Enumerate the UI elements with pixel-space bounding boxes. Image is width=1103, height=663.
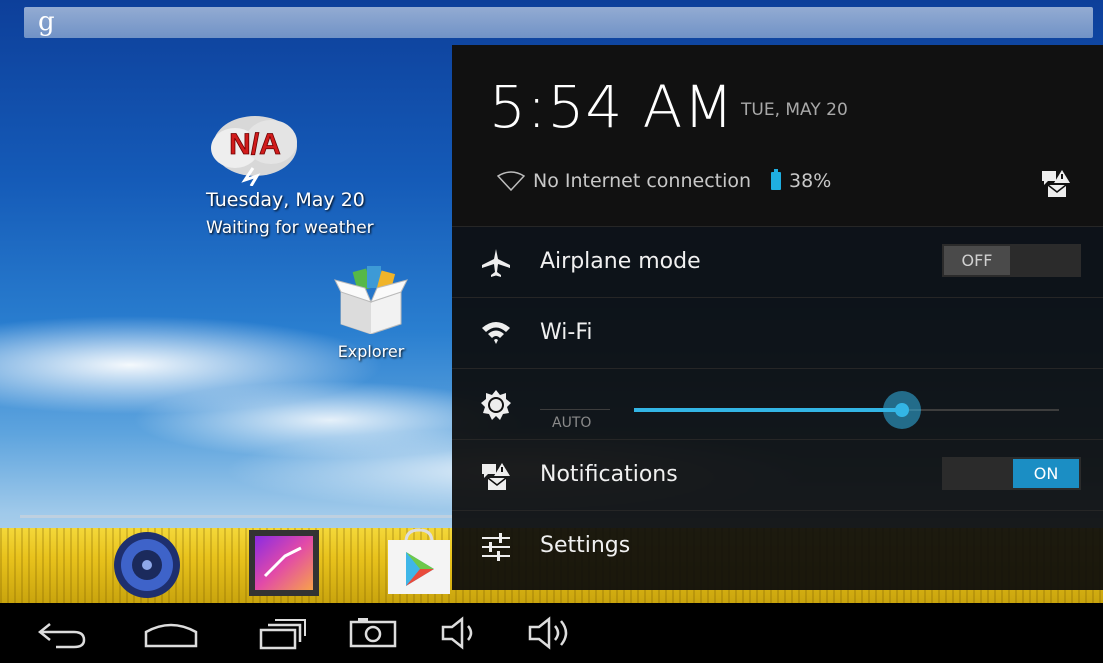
dock-music-app[interactable] xyxy=(112,530,182,603)
app-explorer[interactable]: Explorer xyxy=(330,262,412,361)
battery-icon xyxy=(771,169,782,190)
panel-header: 5:54 AM TUE, MAY 20 No Internet connecti… xyxy=(452,45,1103,226)
recent-apps-icon[interactable] xyxy=(258,616,308,650)
notifications-toggle-state: ON xyxy=(1013,459,1079,488)
connection-status-row: No Internet connection 38% xyxy=(497,169,832,192)
weather-storm-icon: N/A xyxy=(211,116,297,186)
google-search-bar[interactable]: g xyxy=(24,7,1093,38)
brightness-row: AUTO xyxy=(452,368,1103,439)
settings-row[interactable]: Settings xyxy=(452,510,1103,581)
airplane-mode-row[interactable]: Airplane mode OFF xyxy=(452,226,1103,297)
brightness-slider[interactable] xyxy=(634,391,1059,429)
weather-date: Tuesday, May 20 xyxy=(206,189,365,211)
auto-brightness-label[interactable]: AUTO xyxy=(552,415,591,431)
wifi-row[interactable]: Wi-Fi xyxy=(452,297,1103,368)
brightness-slider-thumb[interactable] xyxy=(882,391,921,429)
notifications-label: Notifications xyxy=(540,462,678,487)
back-icon[interactable] xyxy=(36,616,88,650)
screenshot-icon[interactable] xyxy=(348,616,398,650)
home-icon[interactable] xyxy=(143,616,199,650)
dock-gallery-app[interactable] xyxy=(249,530,319,600)
connection-status-text: No Internet connection xyxy=(533,170,752,192)
airplane-mode-toggle-state: OFF xyxy=(944,246,1010,275)
app-explorer-label: Explorer xyxy=(337,342,405,361)
dock-divider xyxy=(20,515,452,518)
wifi-icon xyxy=(482,322,510,344)
play-store-icon xyxy=(388,528,450,594)
notifications-toggle[interactable]: ON xyxy=(942,457,1081,490)
clock-time[interactable]: 5:54 AM xyxy=(489,73,734,141)
wifi-label: Wi-Fi xyxy=(540,320,593,345)
weather-status: Waiting for weather xyxy=(206,218,374,238)
settings-label: Settings xyxy=(540,533,631,558)
music-speaker-icon xyxy=(114,532,180,598)
airplane-mode-toggle[interactable]: OFF xyxy=(942,244,1081,277)
airplane-icon xyxy=(482,249,510,277)
gallery-icon xyxy=(249,530,319,596)
google-logo: g xyxy=(38,7,55,37)
explorer-box-icon xyxy=(334,266,408,335)
dock-play-store-app[interactable] xyxy=(386,528,452,598)
auto-brightness-divider xyxy=(540,409,610,410)
wifi-empty-icon xyxy=(497,171,525,191)
settings-sliders-icon xyxy=(482,533,510,561)
weather-widget[interactable]: N/A Tuesday, May 20 Waiting for weather xyxy=(195,100,445,245)
navigation-bar xyxy=(0,603,1103,663)
weather-na-text: N/A xyxy=(229,128,281,161)
notifications-icon xyxy=(482,463,510,490)
volume-up-icon[interactable] xyxy=(527,616,577,650)
clock-date[interactable]: TUE, MAY 20 xyxy=(741,100,848,120)
brightness-icon[interactable] xyxy=(480,389,512,421)
notifications-row[interactable]: Notifications ON xyxy=(452,439,1103,510)
quick-settings-panel: 5:54 AM TUE, MAY 20 No Internet connecti… xyxy=(452,45,1103,590)
notifications-header-icon[interactable] xyxy=(1040,167,1072,199)
brightness-slider-fill xyxy=(634,408,902,412)
volume-down-icon[interactable] xyxy=(440,616,484,650)
airplane-mode-label: Airplane mode xyxy=(540,249,701,274)
battery-percent: 38% xyxy=(789,170,832,192)
